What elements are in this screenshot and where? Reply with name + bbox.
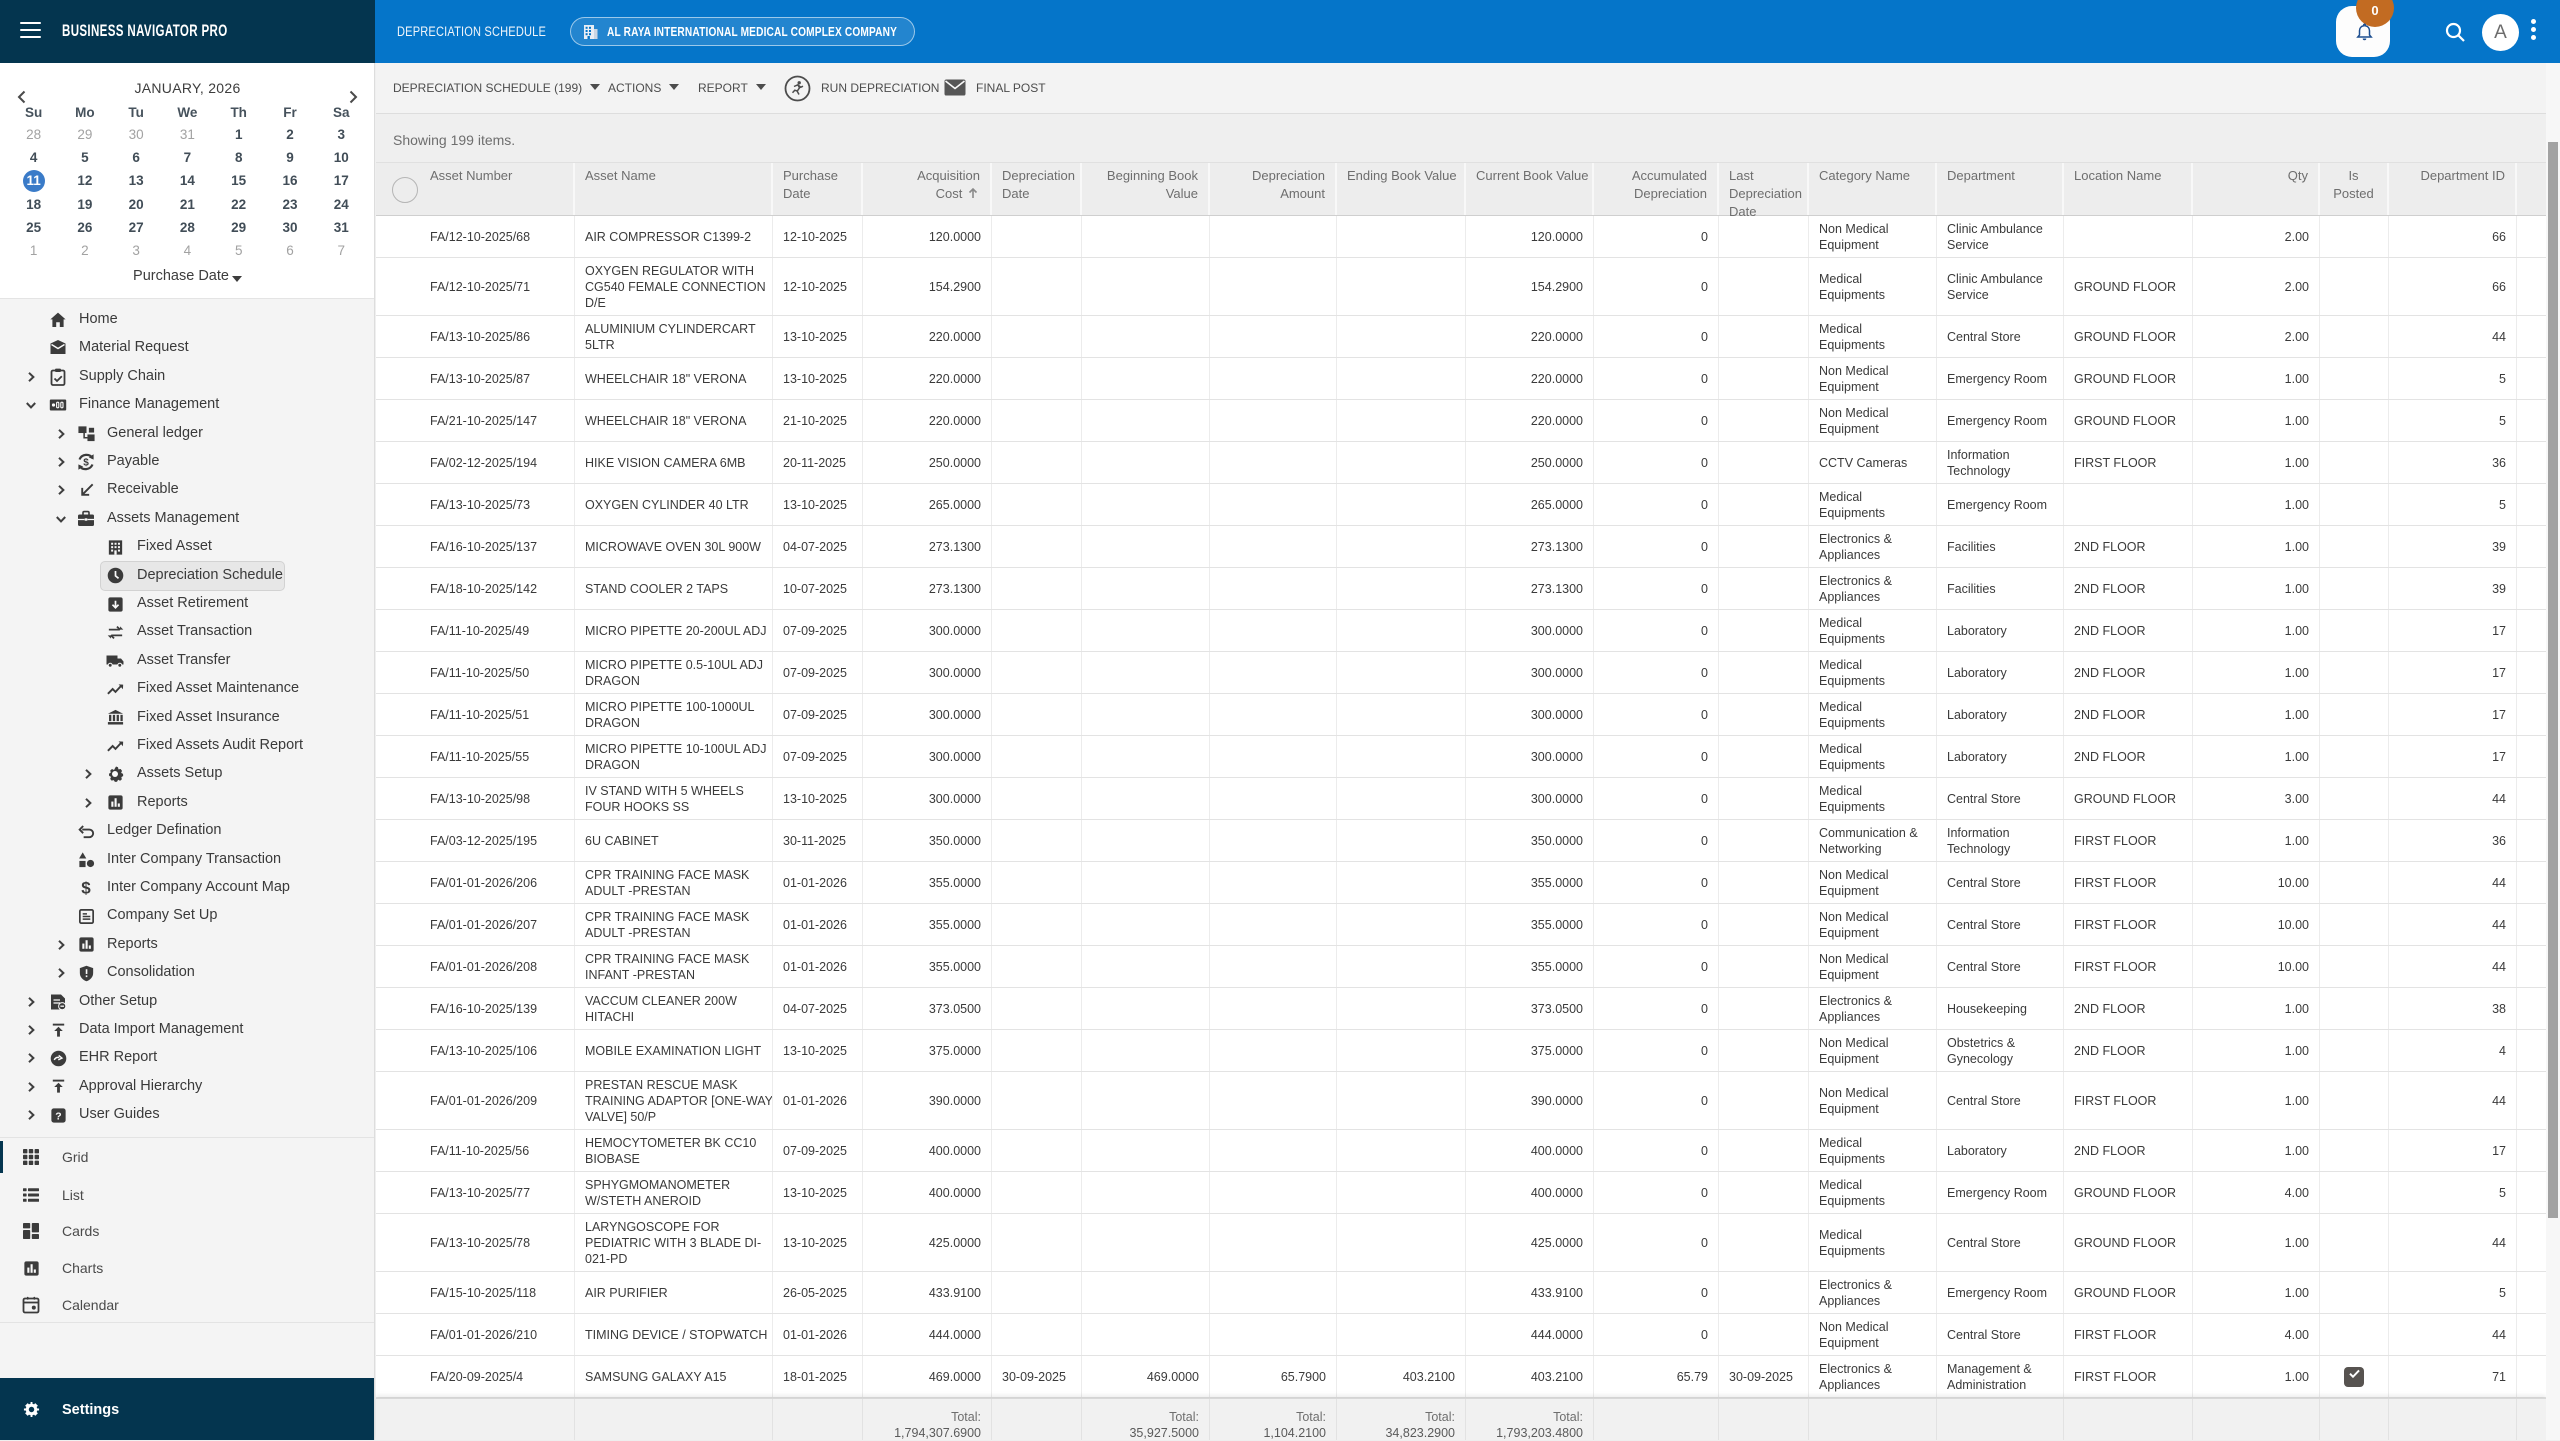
svg-text:$: $ [83,458,89,469]
svg-text:?: ? [55,1111,61,1122]
svg-text:$: $ [81,879,91,898]
